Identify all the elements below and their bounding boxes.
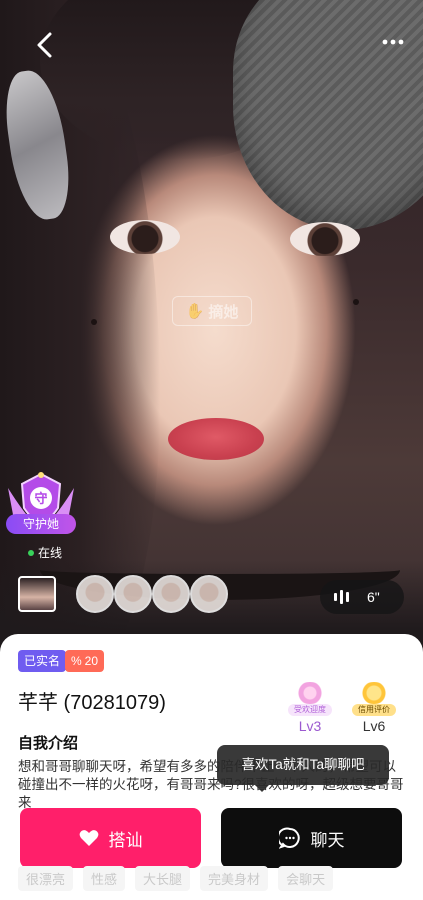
match-badge: % 20	[65, 650, 105, 672]
credit-shield-icon	[357, 682, 391, 704]
photo-mole	[353, 299, 359, 305]
chat-button[interactable]: 聊天	[221, 808, 402, 868]
heart-icon	[79, 830, 98, 846]
guard-button[interactable]: 守护她	[6, 514, 76, 534]
popularity-level[interactable]: 受欢迎度 Lv3	[284, 682, 336, 734]
photo-thumbnail[interactable]	[152, 575, 190, 613]
photo-lips	[168, 418, 264, 460]
photo-mole	[91, 319, 97, 325]
photo-thumbnail[interactable]	[114, 575, 152, 613]
photo-beanie	[233, 0, 423, 230]
soundwave-icon	[334, 590, 349, 604]
more-options-icon[interactable]	[381, 36, 405, 48]
back-arrow-icon[interactable]	[30, 30, 60, 60]
chat-hint-tooltip: 喜欢Ta就和Ta聊聊吧	[217, 745, 389, 792]
interest-tag: 会聊天	[278, 866, 334, 891]
photo-thumbnail[interactable]	[190, 575, 228, 613]
voice-intro-button[interactable]: 6"	[320, 580, 404, 614]
intro-title: 自我介绍	[18, 735, 79, 752]
voice-duration: 6"	[367, 589, 380, 605]
greet-button[interactable]: 搭讪	[20, 808, 201, 868]
interest-tag: 大长腿	[135, 866, 191, 891]
credit-level[interactable]: 信用评价 Lv6	[348, 682, 400, 734]
online-dot-icon	[28, 549, 34, 556]
profile-photo[interactable]: ✋ 摘她	[0, 0, 423, 660]
photo-thumbnail-selected[interactable]	[18, 576, 56, 612]
svg-text:守: 守	[34, 491, 47, 507]
verified-badge: 已实名	[18, 650, 67, 672]
lotus-icon	[293, 682, 327, 704]
percent-icon: %	[71, 654, 82, 668]
photo-eye-right	[290, 222, 360, 256]
profile-name: 芊芊 (70281079)	[18, 692, 166, 714]
hand-icon: ✋	[185, 303, 205, 320]
online-status: 在线	[28, 544, 62, 561]
photo-thumbnail[interactable]	[76, 575, 114, 613]
interest-tag: 完美身材	[200, 866, 269, 891]
interest-tag: 性感	[83, 866, 126, 891]
photo-eye-left	[110, 220, 180, 254]
interest-tags: 很漂亮 性感 大长腿 完美身材 会聊天	[18, 866, 408, 891]
interest-tag: 很漂亮	[18, 866, 74, 891]
photo-watermark: ✋ 摘她	[172, 296, 252, 326]
chat-bubble-icon	[278, 827, 300, 849]
